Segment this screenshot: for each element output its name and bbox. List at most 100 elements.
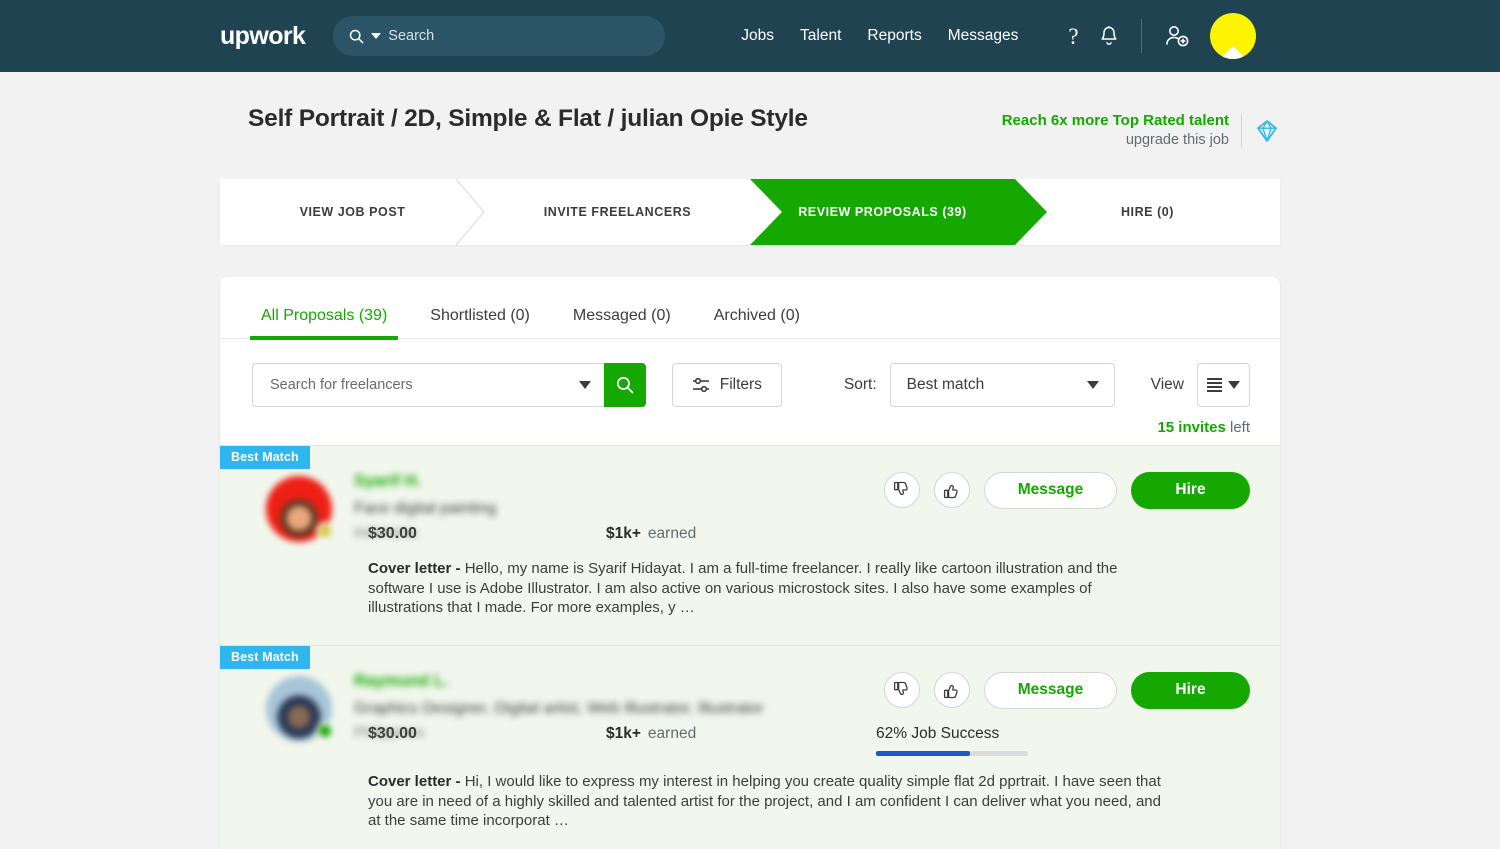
proposal-actions: Message Hire — [884, 462, 1250, 542]
search-field-chevron-down-icon[interactable] — [578, 380, 591, 389]
cover-letter-label: Cover letter - — [368, 772, 465, 790]
nav-divider — [1140, 19, 1142, 53]
sort-selected-value: Best match — [906, 375, 985, 393]
search-icon — [616, 376, 634, 394]
nav-link-reports[interactable]: Reports — [867, 27, 921, 45]
nav-link-talent[interactable]: Talent — [800, 27, 841, 45]
invites-remaining: 15 invites left — [220, 407, 1280, 445]
thumbs-down-button[interactable] — [884, 671, 920, 708]
help-icon[interactable]: ? — [1068, 25, 1078, 48]
availability-status-dot — [316, 521, 334, 540]
cover-letter: Cover letter - Hi, I would like to expre… — [252, 772, 1182, 831]
freelancer-search-group — [252, 362, 646, 407]
freelancer-name[interactable]: Syarif H. — [354, 472, 421, 491]
view-label: View — [1150, 375, 1184, 393]
step-label: HIRE (0) — [1120, 204, 1174, 219]
job-success-track — [876, 750, 1028, 756]
filters-label: Filters — [719, 375, 762, 393]
nav-link-jobs[interactable]: Jobs — [741, 27, 774, 45]
invites-suffix: left — [1229, 418, 1250, 436]
top-navigation-bar: upwork Jobs Talent Reports Messages ? — [0, 0, 1500, 72]
job-success-score: 62% Job Success — [876, 725, 1106, 756]
search-category-chevron-down-icon[interactable] — [371, 33, 382, 39]
sort-label: Sort: — [843, 375, 877, 393]
nav-link-messages[interactable]: Messages — [948, 27, 1019, 45]
job-success-label: 62% Job Success — [876, 724, 1000, 742]
diamond-gem-icon[interactable] — [1254, 118, 1280, 144]
proposal-card[interactable]: Best Match Raymund L. Graphics Designer,… — [220, 644, 1280, 849]
invite-person-icon[interactable] — [1164, 24, 1190, 48]
earned-amount: $1k+ — [606, 524, 641, 542]
step-separator-icon — [455, 178, 486, 246]
cover-letter: Cover letter - Hello, my name is Syarif … — [252, 559, 1182, 618]
availability-status-dot — [316, 721, 334, 740]
freelancer-search-field[interactable] — [252, 362, 604, 407]
global-search-input[interactable] — [388, 28, 650, 44]
hire-button[interactable]: Hire — [1131, 671, 1250, 709]
cover-letter-text: Hello, my name is Syarif Hidayat. I am a… — [368, 559, 1118, 617]
cover-letter-text: Hi, I would like to express my interest … — [368, 772, 1161, 830]
proposal-tabs: All Proposals (39) Shortlisted (0) Messa… — [220, 277, 1280, 340]
freelancer-location: Philippines — [354, 724, 425, 741]
status-badge: Best Match — [220, 645, 310, 669]
notifications-bell-icon[interactable] — [1099, 25, 1119, 47]
user-avatar[interactable] — [1209, 13, 1256, 59]
proposals-toolbar: Filters Sort: Best match View — [220, 339, 1280, 407]
invites-count: 15 invites — [1157, 418, 1226, 436]
global-search-box[interactable] — [333, 16, 666, 56]
thumbs-up-icon — [943, 484, 958, 498]
thumbs-down-icon — [893, 481, 908, 495]
proposal-card[interactable]: Best Match Syarif H. Face digital painti… — [220, 444, 1280, 645]
tab-archived[interactable]: Archived (0) — [703, 307, 811, 338]
step-invite-freelancers[interactable]: INVITE FREELANCERS — [485, 179, 750, 245]
freelancer-location: Indonesia — [354, 524, 417, 541]
freelancer-search-input[interactable] — [268, 375, 579, 394]
step-notch-left — [750, 178, 782, 245]
step-label: REVIEW PROPOSALS (39) — [798, 204, 967, 219]
avatar[interactable] — [266, 675, 334, 742]
freelancer-search-button[interactable] — [603, 362, 646, 407]
upgrade-job-subtext: upgrade this job — [1125, 132, 1229, 149]
nav-icon-group: ? — [1068, 13, 1256, 59]
thumbs-down-button[interactable] — [884, 471, 920, 508]
earned-label: earned — [647, 524, 697, 542]
cover-letter-label: Cover letter - — [368, 559, 465, 577]
hire-button[interactable]: Hire — [1131, 471, 1250, 509]
upgrade-divider — [1241, 113, 1242, 148]
step-arrow-right — [1015, 178, 1047, 245]
earned-amount: $1k+ — [606, 724, 641, 742]
tab-shortlisted[interactable]: Shortlisted (0) — [419, 307, 541, 338]
status-badge: Best Match — [220, 445, 310, 469]
chevron-down-icon — [1228, 380, 1240, 389]
sort-dropdown[interactable]: Best match — [889, 362, 1115, 407]
search-icon — [350, 29, 364, 44]
tab-all-proposals[interactable]: All Proposals (39) — [250, 307, 399, 340]
earned-label: earned — [647, 724, 697, 742]
thumbs-up-icon — [943, 684, 958, 698]
freelancer-name[interactable]: Raymund L. — [354, 672, 448, 691]
filters-button[interactable]: Filters — [671, 362, 782, 407]
total-earned: $1k+ earned — [606, 525, 876, 543]
thumbs-up-button[interactable] — [934, 671, 970, 708]
avatar[interactable] — [266, 475, 334, 542]
avatar-column — [252, 462, 354, 542]
message-button[interactable]: Message — [984, 671, 1117, 709]
chevron-down-icon — [1086, 380, 1099, 389]
upgrade-job-link[interactable]: Reach 6x more Top Rated talent — [1002, 111, 1229, 131]
step-label: VIEW JOB POST — [299, 204, 406, 219]
view-mode-dropdown[interactable] — [1197, 362, 1250, 407]
view-group: View — [1150, 362, 1250, 407]
step-view-job-post[interactable]: VIEW JOB POST — [220, 178, 486, 246]
upwork-logo[interactable]: upwork — [220, 22, 306, 51]
job-success-fill — [876, 750, 971, 756]
upgrade-job-block: Reach 6x more Top Rated talent upgrade t… — [1002, 105, 1280, 151]
page-title-row: Self Portrait / 2D, Simple & Flat / juli… — [220, 72, 1280, 151]
step-review-proposals[interactable]: REVIEW PROPOSALS (39) — [750, 178, 1047, 245]
message-button[interactable]: Message — [984, 471, 1117, 509]
tab-messaged[interactable]: Messaged (0) — [562, 307, 682, 338]
primary-nav-links: Jobs Talent Reports Messages — [741, 27, 1018, 45]
thumbs-up-button[interactable] — [934, 471, 970, 508]
avatar-column — [252, 662, 354, 742]
proposals-panel: All Proposals (39) Shortlisted (0) Messa… — [220, 276, 1280, 849]
step-hire[interactable]: HIRE (0) — [1015, 179, 1280, 245]
